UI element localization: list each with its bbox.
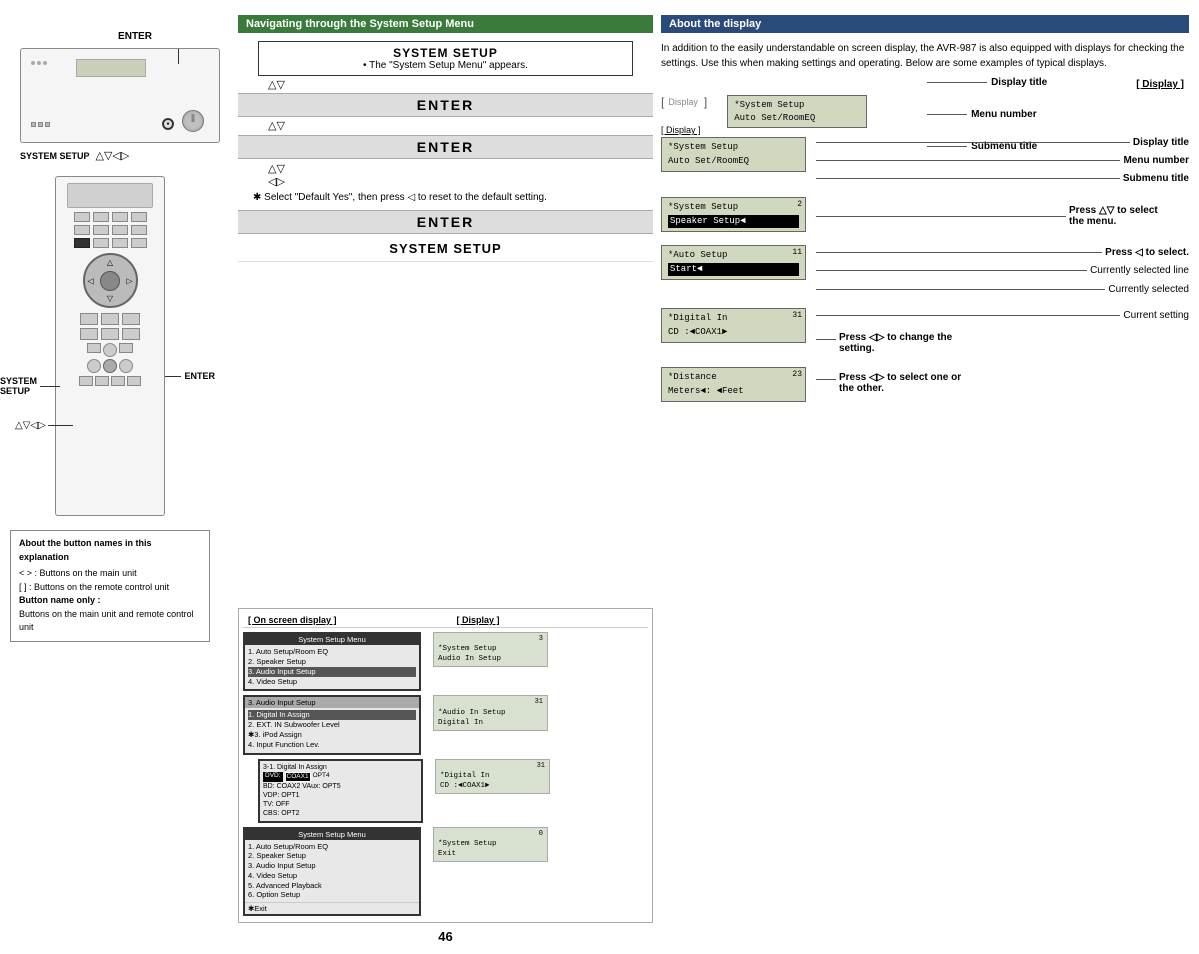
display-row-4: System Setup Menu 1. Auto Setup/Room EQ … — [243, 827, 648, 917]
enter-knob: ● — [162, 118, 174, 130]
ex2-ann: Press △▽ to selectthe menu. — [811, 205, 1189, 227]
ex3-lcd: 11 *Auto Setup Start◄ — [661, 245, 806, 280]
navigation-steps: SYSTEM SETUP • The "System Setup Menu" a… — [238, 37, 653, 603]
system-setup-label-remote: SYSTEMSETUP — [0, 376, 60, 396]
currently-selected-label: Currently selected — [1108, 284, 1189, 295]
system-setup-arrows-row: SYSTEM SETUP △▽◁▷ — [10, 149, 230, 162]
remote-bottom-buttons — [79, 376, 141, 386]
ex2-full: 2 *System Setup Speaker Setup◄ Press △▽ … — [661, 197, 1189, 232]
step2-arrows: △▽ — [238, 78, 653, 92]
ex5-ann: Press ◁▷ to select one orthe other. — [811, 372, 1189, 394]
left-column: ENTER — [10, 10, 230, 944]
ex5-lcd: 23 *Distance Meters◄: ◄Feet — [661, 367, 806, 402]
selected-row1: 3. Audio Input Setup — [248, 667, 416, 677]
main-unit-knob — [182, 110, 204, 132]
middle-column: Navigating through the System Setup Menu… — [238, 10, 653, 944]
main-unit-display — [76, 59, 146, 77]
example1-display: [ Display ] — [661, 95, 707, 109]
step4-note: ✱ Select "Default Yes", then press ◁ to … — [238, 188, 653, 208]
ex1-full: [ Display ] *System Setup Auto Set/RoomE… — [661, 125, 1189, 184]
right-description: In addition to the easily understandable… — [661, 41, 1189, 71]
lcd-row4: 0 *System Setup Exit — [433, 827, 548, 863]
remote-illustration: △ ▽ ◁ ▷ — [55, 176, 165, 516]
onscreen-row2: 3. Audio Input Setup 1. Digital In Assig… — [243, 695, 421, 755]
ex2-lcd: 2 *System Setup Speaker Setup◄ — [661, 197, 806, 232]
step3-enter: ENTER — [238, 135, 653, 159]
nav-section-header: Navigating through the System Setup Menu — [238, 15, 653, 33]
enter-pointer — [178, 49, 179, 64]
right-column: About the display In addition to the eas… — [661, 10, 1189, 944]
page-container: ENTER — [0, 0, 1199, 954]
remote-setup-buttons — [87, 343, 133, 373]
step1-box: SYSTEM SETUP • The "System Setup Menu" a… — [258, 41, 633, 76]
onscreen-row4: System Setup Menu 1. Auto Setup/Room EQ … — [243, 827, 421, 917]
page-number: 46 — [238, 929, 653, 944]
onscreen-row3: 3-1. Digital In Assign DVD: COAX1 OPT4 B… — [258, 759, 423, 823]
main-unit-buttons — [31, 61, 47, 65]
main-unit-illustration: ● — [20, 48, 220, 143]
ex3-selected: Start◄ — [668, 263, 799, 277]
lcd-row3: 31 *Digital In CD :◄COAX1► — [435, 759, 550, 795]
lcd-row2: 31 *Audio In Setup Digital In — [433, 695, 548, 731]
step4-arrows: △▽ ◁▷ — [238, 162, 653, 188]
examples-container: [ Display ] *System Setup Auto Set/RoomE… — [661, 125, 1189, 407]
arrows-label-remote: △▽◁▷ — [15, 420, 73, 431]
display-row-1: System Setup Menu 1. Auto Setup/Room EQ … — [243, 632, 648, 692]
bottom-note-box: About the button names in this explanati… — [10, 530, 210, 642]
ex4-full: 31 *Digital In CD :◄COAX1► Current setti… — [661, 308, 1189, 354]
display-row-2: 3. Audio Input Setup 1. Digital In Assig… — [243, 695, 648, 755]
onscreen-row1-content: 1. Auto Setup/Room EQ 2. Speaker Setup 3… — [245, 645, 419, 690]
ex3-full: 11 *Auto Setup Start◄ Press ◁ to select.… — [661, 245, 1189, 295]
remote-unit-area: ENTER — [55, 176, 185, 516]
step6-system-setup: SYSTEM SETUP — [238, 236, 653, 262]
ex4-ann: Current setting Press ◁▷ to change these… — [811, 310, 1189, 354]
step3-arrows: △▽ — [238, 119, 653, 133]
display-row-3: 3-1. Digital In Assign DVD: COAX1 OPT4 B… — [258, 759, 648, 823]
main-unit-small-buttons — [31, 122, 50, 127]
lcd-row1: 3 *System Setup Audio In Setup — [433, 632, 548, 668]
about-display-header: About the display — [661, 15, 1189, 33]
selected-row2: 1. Digital In Assign — [248, 710, 416, 720]
ex1-ann: Display title Menu number Submenu title — [811, 137, 1189, 184]
step2-enter: ENTER — [238, 93, 653, 117]
enter-label-remote: ENTER — [156, 371, 215, 381]
display-example-1: [ Display ] *System Setup Auto Set/RoomE… — [661, 95, 1189, 128]
step5-enter: ENTER — [238, 210, 653, 234]
ex1-screen: *System Setup Auto Set/RoomEQ — [727, 95, 867, 128]
displays-section: [ On screen display ] [ Display ] System… — [238, 608, 653, 923]
display-bracket-label: [ Display ] — [661, 79, 1189, 90]
enter-label-top: ENTER — [10, 30, 230, 42]
ex2-selected: Speaker Setup◄ — [668, 215, 799, 229]
onscreen-row1: System Setup Menu 1. Auto Setup/Room EQ … — [243, 632, 421, 692]
ex4-lcd: 31 *Digital In CD :◄COAX1► — [661, 308, 806, 343]
ex5-full: 23 *Distance Meters◄: ◄Feet Press ◁▷ to … — [661, 367, 1189, 402]
remote-buttons-grid — [74, 212, 147, 248]
remote-lower-buttons — [80, 313, 140, 340]
remote-nav-ring: △ ▽ ◁ ▷ — [83, 253, 138, 308]
ex3-ann: Press ◁ to select. Currently selected li… — [811, 247, 1189, 295]
ex1-lcd: *System Setup Auto Set/RoomEQ — [661, 137, 806, 172]
display-column-headers: [ On screen display ] [ Display ] — [243, 613, 648, 628]
